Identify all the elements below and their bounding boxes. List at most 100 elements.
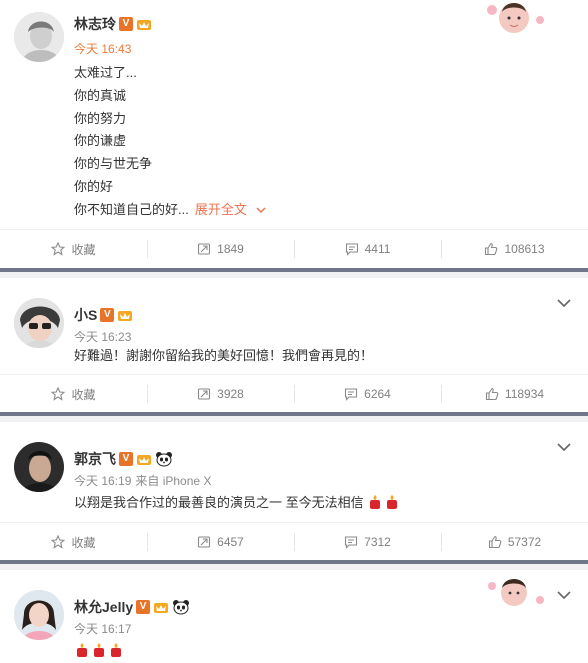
repost-button[interactable]: 3928 — [147, 375, 294, 413]
post-line: 你的努力 — [74, 110, 127, 126]
comment-icon — [345, 536, 358, 549]
post-card: 林允Jelly V 今天 16:17 — [0, 570, 588, 662]
comment-count: 7312 — [364, 535, 391, 549]
feed-divider — [0, 560, 588, 570]
post-time[interactable]: 今天 16:23 — [74, 328, 131, 345]
verified-icon: V — [119, 17, 133, 31]
feed-divider — [0, 412, 588, 422]
chevron-down-icon[interactable] — [556, 590, 572, 600]
thumb-up-icon — [485, 242, 498, 256]
feed-divider — [0, 268, 588, 278]
post-time[interactable]: 今天 16:17 — [74, 620, 131, 637]
comment-icon — [345, 388, 358, 401]
expand-label: 展开全文 — [194, 201, 247, 217]
post-line: 你的与世无争 — [74, 156, 153, 172]
repost-icon — [198, 536, 211, 548]
comment-button[interactable]: 4411 — [294, 230, 441, 268]
repost-count: 3928 — [217, 387, 244, 401]
favorite-button[interactable]: 收藏 — [0, 523, 147, 561]
user-name-row: 郭京飞 V — [74, 449, 173, 469]
post-meta: 今天 16:19 来自 iPhone X — [74, 472, 211, 489]
post-card: 林志玲 V 今天 16:43 太难过了... 你的真诚 你的努力 你的谦虚 你的… — [0, 0, 588, 268]
expand-full-text-link[interactable]: 展开全文 — [195, 202, 267, 217]
member-crown-icon — [137, 455, 151, 465]
post-card: 小S V 今天 16:23 好難過！謝謝你留給我的美好回憶！我們會再見的！ 收藏… — [0, 278, 588, 412]
user-name[interactable]: 小S — [74, 305, 97, 325]
avatar[interactable] — [14, 12, 64, 62]
chevron-down-icon[interactable] — [556, 298, 572, 308]
comment-count: 4411 — [364, 242, 391, 256]
repost-button[interactable]: 6457 — [147, 523, 294, 561]
member-crown-icon — [137, 20, 151, 30]
member-crown-icon — [118, 311, 133, 321]
verified-icon: V — [136, 600, 151, 614]
post-line: 以翔是我合作过的最善良的演员之一 至今无法相信 — [74, 495, 364, 510]
post-card: 郭京飞 V 今天 16:19 来自 iPhone X 以翔是我合作过的最善良的演… — [0, 422, 588, 560]
comment-button[interactable]: 7312 — [294, 523, 441, 561]
candle-emoji — [387, 495, 398, 509]
decorative-card-icon — [488, 579, 544, 606]
user-name[interactable]: 林志玲 — [74, 14, 116, 34]
post-meta: 今天 16:17 — [74, 620, 131, 637]
post-line: 你不知道自己的好... — [74, 201, 189, 217]
candle-emoji — [111, 643, 121, 657]
avatar[interactable] — [14, 590, 64, 640]
post-line-last: 你不知道自己的好... 展开全文 — [74, 199, 267, 222]
chevron-down-icon[interactable] — [556, 442, 572, 452]
post-line: 你的谦虚 — [74, 133, 127, 149]
post-text: 好難過！謝謝你留給我的美好回憶！我們會再見的！ — [74, 345, 373, 368]
user-name-row: 林允Jelly V — [74, 597, 190, 617]
like-count: 118934 — [504, 387, 545, 401]
verified-icon: V — [100, 308, 115, 322]
avatar[interactable] — [14, 298, 64, 348]
post-line-with-emoji — [74, 640, 125, 663]
post-meta: 今天 16:23 — [74, 328, 131, 345]
favorite-label: 收藏 — [71, 242, 96, 257]
user-name[interactable]: 郭京飞 — [74, 449, 116, 469]
post-line: 好難過！謝謝你留給我的美好回憶！我們會再見的！ — [74, 348, 374, 363]
post-time[interactable]: 今天 16:19 — [74, 472, 131, 489]
repost-count: 6457 — [217, 535, 244, 549]
user-name[interactable]: 林允Jelly — [74, 597, 133, 617]
thumb-up-icon — [488, 535, 502, 549]
action-bar: 收藏 6457 7312 57372 — [0, 522, 588, 561]
post-line: 太难过了... — [74, 65, 137, 80]
star-icon — [51, 387, 66, 401]
like-button[interactable]: 118934 — [441, 375, 588, 413]
comment-icon — [345, 243, 358, 256]
avatar[interactable] — [14, 442, 64, 492]
user-name-row: 林志玲 V — [74, 14, 152, 34]
repost-icon — [198, 243, 211, 255]
comment-button[interactable]: 6264 — [294, 375, 441, 413]
candle-emoji — [370, 495, 381, 509]
candle-emoji — [77, 643, 87, 657]
candle-emoji — [94, 643, 104, 657]
chevron-down-icon — [256, 207, 267, 213]
post-line: 你的好 — [74, 178, 114, 194]
favorite-label: 收藏 — [71, 387, 96, 402]
like-count: 57372 — [507, 535, 542, 549]
like-count: 108613 — [504, 242, 545, 256]
user-name-row: 小S V — [74, 305, 133, 325]
post-text: 以翔是我合作过的最善良的演员之一 至今无法相信 — [74, 492, 401, 515]
repost-button[interactable]: 1849 — [147, 230, 294, 268]
post-line-with-emoji: 以翔是我合作过的最善良的演员之一 至今无法相信 — [74, 492, 401, 515]
favorite-label: 收藏 — [71, 535, 96, 550]
member-crown-icon — [154, 603, 169, 613]
post-source[interactable]: 来自 iPhone X — [135, 472, 211, 489]
action-bar: 收藏 1849 4411 108613 — [0, 229, 588, 268]
post-text: 太难过了... 你的真诚 你的努力 你的谦虚 你的与世无争 你的好 你不知道自己… — [74, 62, 267, 222]
post-text — [74, 640, 125, 663]
like-button[interactable]: 57372 — [441, 523, 588, 561]
thumb-up-icon — [485, 387, 499, 401]
post-line: 你的真诚 — [74, 87, 127, 103]
comment-count: 6264 — [364, 387, 391, 401]
panda-icon — [156, 452, 172, 467]
decorative-card-icon — [487, 3, 544, 33]
star-icon — [51, 242, 66, 256]
like-button[interactable]: 108613 — [441, 230, 588, 268]
post-time[interactable]: 今天 16:43 — [74, 40, 131, 57]
star-icon — [51, 535, 66, 549]
favorite-button[interactable]: 收藏 — [0, 375, 147, 413]
favorite-button[interactable]: 收藏 — [0, 230, 147, 268]
